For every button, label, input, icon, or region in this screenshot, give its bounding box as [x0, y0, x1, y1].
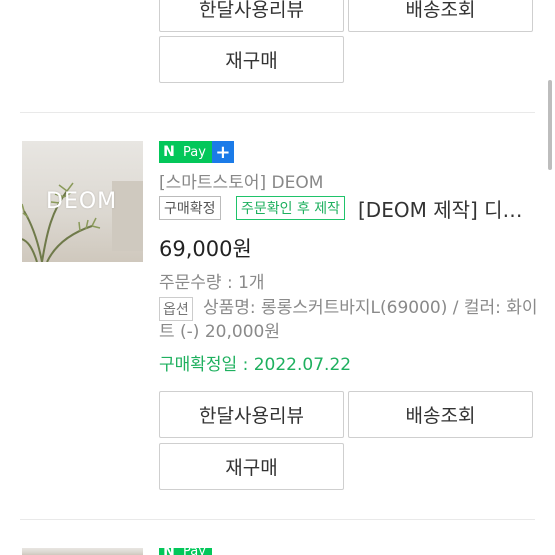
- scrollbar[interactable]: [548, 80, 552, 170]
- order-divider: [20, 112, 535, 113]
- npay-plus-icon: +: [211, 141, 234, 163]
- track-delivery-button[interactable]: 배송조회: [348, 391, 533, 438]
- brand-logo-text: DEOM: [46, 189, 118, 214]
- order-quantity: 주문수량 : 1개: [159, 273, 265, 293]
- npay-n-mark: N: [159, 141, 179, 163]
- npay-badge: N Pay: [159, 548, 212, 555]
- purchase-confirm-date: 구매확정일 : 2022.07.22: [159, 355, 352, 375]
- review-button[interactable]: 한달사용리뷰: [159, 391, 344, 438]
- product-thumbnail[interactable]: [22, 548, 143, 555]
- track-delivery-button[interactable]: 배송조회: [348, 0, 533, 32]
- product-title[interactable]: [DEOM 제작] 디…: [358, 194, 538, 223]
- review-button[interactable]: 한달사용리뷰: [159, 0, 344, 32]
- rebuy-button[interactable]: 재구매: [159, 36, 344, 83]
- product-thumbnail[interactable]: DEOM: [22, 141, 143, 262]
- npay-badge: N Pay +: [159, 141, 234, 163]
- rebuy-button[interactable]: 재구매: [159, 443, 344, 490]
- product-price: 69,000원: [159, 237, 252, 261]
- option-details: 상품명: 롱롱스커트바지L(69000) / 컬러: 화이트 (-) 20,00…: [159, 298, 538, 342]
- made-to-order-badge: 주문확인 후 제작: [236, 196, 346, 220]
- status-badge: 구매확정: [159, 196, 221, 220]
- npay-label: Pay: [179, 141, 212, 163]
- order-divider: [20, 519, 535, 520]
- store-name[interactable]: [스마트스토어] DEOM: [159, 168, 323, 193]
- npay-label: Pay: [179, 548, 212, 555]
- npay-n-mark: N: [159, 548, 179, 555]
